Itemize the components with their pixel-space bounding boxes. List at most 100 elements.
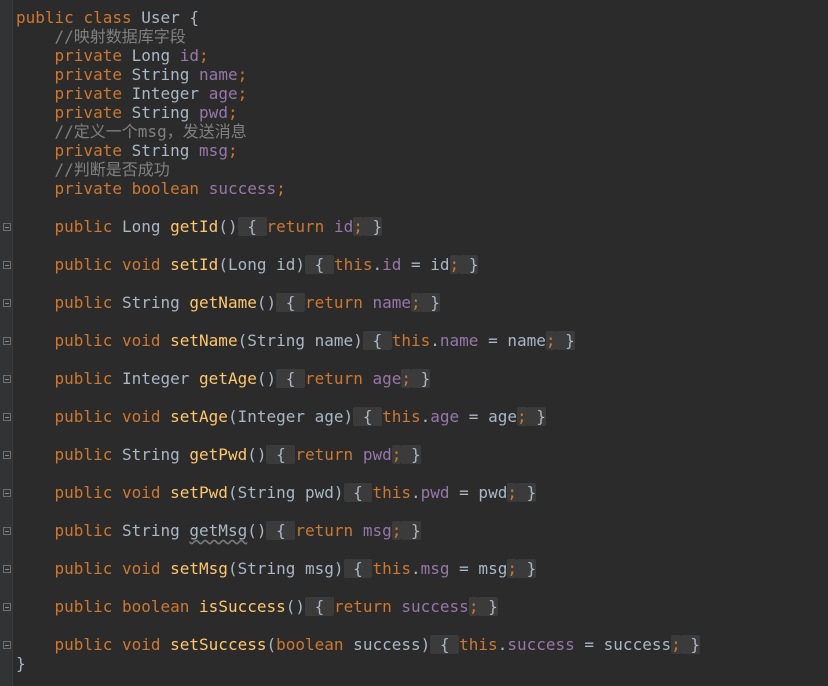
method-line-getid[interactable]: public Long getId() { return id; } <box>16 217 383 236</box>
method-name[interactable]: isSuccess <box>199 597 286 616</box>
folded-body-open[interactable]: { <box>353 407 383 426</box>
folded-body-close[interactable]: } <box>555 331 575 350</box>
class-name: User <box>141 8 180 27</box>
fold-toggle-icon[interactable] <box>3 641 11 649</box>
comment-line: //判断是否成功 <box>16 160 170 179</box>
assignment: = id <box>401 255 450 274</box>
fold-toggle-icon[interactable] <box>3 299 11 307</box>
field-type: Long <box>131 46 171 65</box>
modifier: public <box>54 445 113 464</box>
folded-body-close[interactable]: } <box>459 255 479 274</box>
method-name[interactable]: setId <box>170 255 218 274</box>
fold-toggle-icon[interactable] <box>3 375 11 383</box>
method-line-setname[interactable]: public void setName(String name) { this.… <box>16 331 575 350</box>
method-name[interactable]: setMsg <box>170 559 228 578</box>
fold-toggle-icon[interactable] <box>3 603 11 611</box>
method-line-issuccess[interactable]: public boolean isSuccess() { return succ… <box>16 597 498 616</box>
params-close: ) <box>295 597 306 616</box>
params-open: ( <box>218 217 228 236</box>
method-line-setpwd[interactable]: public void setPwd(String pwd) { this.pw… <box>16 483 537 502</box>
params-open: ( <box>227 559 238 578</box>
param-type: String <box>247 331 306 350</box>
fold-toggle-icon[interactable] <box>3 223 11 231</box>
method-name[interactable]: getId <box>170 217 218 236</box>
folded-body-open[interactable]: { <box>430 635 460 654</box>
method-line-setsuccess[interactable]: public void setSuccess(boolean success) … <box>16 635 700 654</box>
folded-body-close[interactable]: } <box>526 407 546 426</box>
fold-toggle-icon[interactable] <box>3 489 11 497</box>
code-editor[interactable]: public class User { //映射数据库字段 private Lo… <box>0 0 828 686</box>
folded-body-open[interactable]: { <box>276 293 306 312</box>
modifier: private <box>54 179 122 198</box>
keyword-return: return <box>295 445 354 464</box>
dot: . <box>410 483 421 502</box>
folded-body-close[interactable]: } <box>420 293 440 312</box>
fold-toggle-icon[interactable] <box>3 565 11 573</box>
keyword-return: return <box>305 293 363 312</box>
field-declaration: private boolean success; <box>16 179 286 198</box>
folded-body-close[interactable]: } <box>411 369 431 388</box>
method-line-setmsg[interactable]: public void setMsg(String msg) { this.ms… <box>16 559 537 578</box>
method-name[interactable]: setName <box>170 331 237 350</box>
method-line-getage[interactable]: public Integer getAge() { return age; } <box>16 369 431 388</box>
method-name[interactable]: getAge <box>199 369 257 388</box>
method-name[interactable]: getMsg <box>189 521 247 540</box>
method-line-getname[interactable]: public String getName() { return name; } <box>16 293 440 312</box>
fold-toggle-icon[interactable] <box>3 451 11 459</box>
field-ref: age <box>430 407 460 426</box>
return-type: Integer <box>121 369 190 388</box>
keyword-this: this <box>333 255 373 274</box>
params-close: ) <box>353 331 363 350</box>
method-line-setage[interactable]: public void setAge(Integer age) { this.a… <box>16 407 546 426</box>
folded-body-open[interactable]: { <box>305 255 334 274</box>
folded-body-close[interactable]: } <box>401 445 421 464</box>
return-type: boolean <box>121 597 190 616</box>
return-type: String <box>121 445 180 464</box>
keyword-this: this <box>391 331 431 350</box>
folded-body-open[interactable]: { <box>343 483 373 502</box>
semicolon: ; <box>199 46 209 65</box>
field-declaration: private Long id; <box>16 46 209 65</box>
fold-toggle-icon[interactable] <box>3 261 11 269</box>
params-close: ) <box>227 217 238 236</box>
folded-body-open[interactable]: { <box>266 445 296 464</box>
params-open: ( <box>237 331 248 350</box>
params-close: ) <box>333 559 344 578</box>
method-line-setid[interactable]: public void setId(Long id) { this.id = i… <box>16 255 479 274</box>
method-name[interactable]: getPwd <box>189 445 247 464</box>
fold-toggle-icon[interactable] <box>3 413 11 421</box>
method-name[interactable]: setPwd <box>170 483 228 502</box>
folded-body-open[interactable]: { <box>343 559 373 578</box>
folded-body-close[interactable]: } <box>516 559 537 578</box>
code-comment: //定义一个msg，发送消息 <box>54 122 247 141</box>
field-ref: msg <box>420 559 450 578</box>
folded-body-close[interactable]: } <box>516 483 537 502</box>
field-ref: name <box>372 293 411 312</box>
field-ref: name <box>439 331 479 350</box>
method-line-getpwd[interactable]: public String getPwd() { return pwd; } <box>16 445 421 464</box>
folded-body-open[interactable]: { <box>266 521 296 540</box>
return-type: void <box>121 483 161 502</box>
method-name[interactable]: setSuccess <box>170 635 266 654</box>
folded-body-close[interactable]: } <box>680 635 700 654</box>
field-type: boolean <box>131 179 200 198</box>
method-name[interactable]: getName <box>189 293 256 312</box>
comment-line: //定义一个msg，发送消息 <box>16 122 247 141</box>
folded-body-close[interactable]: } <box>401 521 421 540</box>
semicolon: ; <box>401 369 412 388</box>
folded-body-open[interactable]: { <box>305 597 334 616</box>
folded-body-open[interactable]: { <box>362 331 392 350</box>
folded-body-close[interactable]: } <box>362 217 383 236</box>
method-name[interactable]: setAge <box>170 407 228 426</box>
fold-toggle-icon[interactable] <box>3 527 11 535</box>
semicolon: ; <box>353 217 363 236</box>
modifier: public <box>54 635 113 654</box>
folded-body-close[interactable]: } <box>478 597 498 616</box>
return-type: String <box>121 521 180 540</box>
folded-body-open[interactable]: { <box>237 217 267 236</box>
params-open: ( <box>218 255 228 274</box>
field-ref: pwd <box>362 445 392 464</box>
fold-toggle-icon[interactable] <box>3 337 11 345</box>
method-line-getmsg[interactable]: public String getMsg() { return msg; } <box>16 521 421 540</box>
folded-body-open[interactable]: { <box>276 369 306 388</box>
